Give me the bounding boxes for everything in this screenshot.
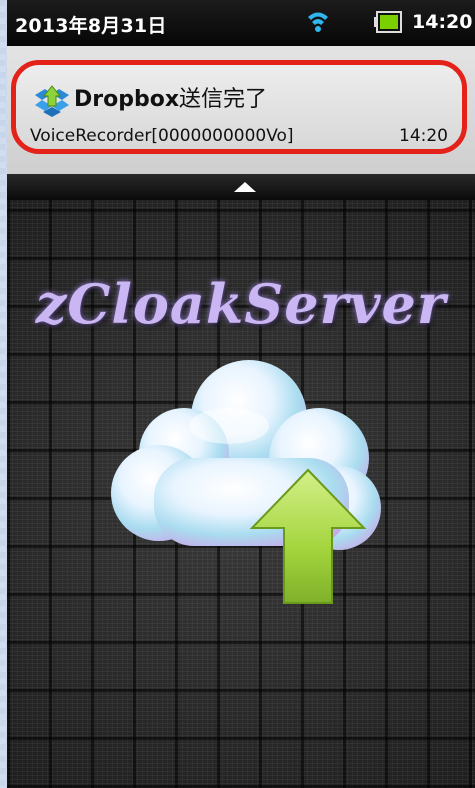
wifi-icon: [307, 9, 329, 35]
battery-icon: [374, 11, 402, 33]
app-background: zCloakServer: [7, 200, 475, 788]
cloud-upload-icon: [99, 348, 389, 608]
collapse-arrow-icon[interactable]: [234, 182, 256, 192]
shade-handle[interactable]: [7, 174, 475, 200]
notification-title-suffix: 送信完了: [179, 87, 268, 112]
notification-text: VoiceRecorder[0000000000Vo]: [30, 126, 294, 146]
dropbox-notification[interactable]: Dropbox送信完了 VoiceRecorder[0000000000Vo] …: [11, 60, 467, 154]
app-title: zCloakServer: [35, 272, 447, 336]
status-bar[interactable]: 2013年8月31日 14:20: [7, 0, 475, 46]
dropbox-icon: [33, 85, 71, 119]
notification-time: 14:20: [399, 126, 448, 146]
phone-screen: 2013年8月31日 14:20 Dropbox送信完了 VoiceRecord…: [7, 0, 475, 788]
status-date: 2013年8月31日: [15, 15, 167, 37]
notification-title-app: Dropbox: [74, 87, 180, 112]
status-time: 14:20: [412, 11, 473, 33]
notification-title: Dropbox送信完了: [74, 81, 267, 113]
